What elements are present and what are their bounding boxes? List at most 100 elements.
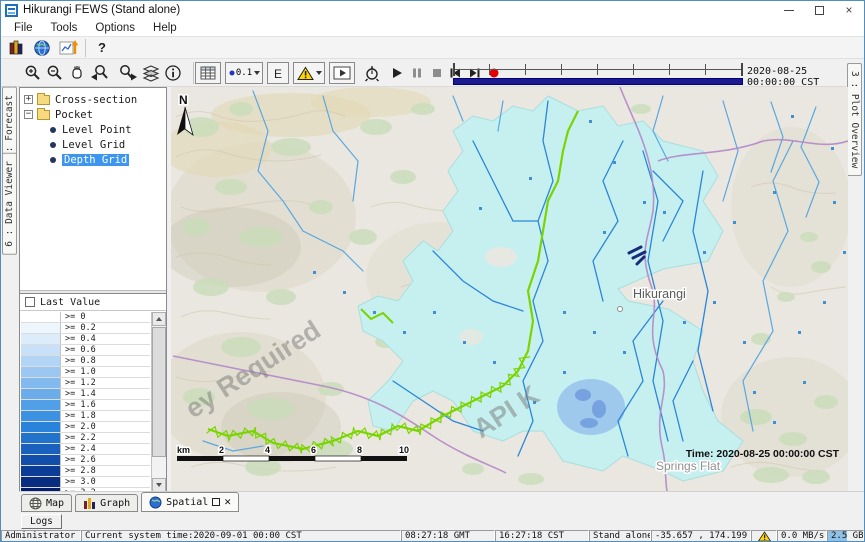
tab-map[interactable]: Map [21,494,72,512]
scroll-down-button[interactable] [152,478,166,492]
legend-row[interactable]: >= 0.4 [21,334,150,345]
legend-scrollbar[interactable] [151,312,166,492]
spatial-display-button[interactable] [33,39,51,57]
status-coordinates: -35.657 , 174.199 [651,530,751,542]
status-system-time: Current system time:2020-09-01 00:00 CST [81,530,401,542]
status-mode: Stand alone [589,530,651,542]
database-button[interactable] [7,39,25,57]
north-arrow: N [177,93,193,135]
legend-row[interactable]: >= 0.6 [21,345,150,356]
close-button[interactable]: × [834,1,864,19]
layer-bullet-icon [50,142,56,148]
menu-options[interactable]: Options [86,22,144,34]
legend-label: >= 0.6 [61,345,96,355]
tab-data-viewer[interactable]: 6 : Data Viewer [2,153,17,255]
folder-icon [37,95,50,105]
last-value-label: Last Value [40,297,100,308]
maximize-button[interactable] [804,1,834,19]
legend-label: >= 1.4 [61,389,96,399]
tab-maximize-icon[interactable] [212,498,220,506]
tree-item-cross-section[interactable]: + Cross-section [20,92,166,107]
status-bar: Administrator Current system time:2020-0… [1,530,864,542]
spatial-globe-icon [149,496,162,509]
legend-row[interactable]: >= 0.2 [21,323,150,334]
tree-item-label: Pocket [55,109,93,121]
skip-to-start-button[interactable] [385,62,401,84]
status-user: Administrator [1,530,81,542]
globe-icon [33,39,51,57]
tree-item-depth-grid[interactable]: Depth Grid [20,152,166,167]
scroll-up-button[interactable] [152,312,166,326]
time-slider[interactable] [453,61,743,85]
svg-text:km: km [177,445,190,455]
map-viewport[interactable]: ey Required API K Hikurangi Springs Flat… [171,87,848,491]
arrow-up-icon [156,317,162,321]
legend-row[interactable]: >= 1.2 [21,378,150,389]
last-value-checkbox[interactable] [25,297,35,307]
legend-row[interactable]: >= 1.6 [21,400,150,411]
legend-swatch [21,367,61,377]
tree-item-label: Level Grid [62,139,125,151]
legend-swatch [21,455,61,465]
map-time-label: Time: 2020-08-25 00:00:00 CST [686,448,840,460]
menu-file[interactable]: File [5,22,42,34]
legend-label: >= 2.0 [61,422,96,432]
tree-item-level-grid[interactable]: Level Grid [20,137,166,152]
tab-spatial[interactable]: Spatial ✕ [141,492,239,512]
arrow-down-icon [156,483,162,487]
collapse-icon[interactable]: − [24,110,33,119]
legend-label: >= 0.8 [61,356,96,366]
menu-help[interactable]: Help [144,22,186,34]
window-title: Hikurangi FEWS (Stand alone) [23,4,180,16]
legend-row[interactable]: >= 2.8 [21,466,150,477]
logs-button[interactable]: Logs [21,514,62,529]
status-memory: 2.5 GB [827,530,864,542]
toolbar-timestamp: 2020-08-25 00:00:00 CST [747,66,847,88]
legend-row[interactable]: >= 1.4 [21,389,150,400]
legend-label: >= 1.6 [61,400,96,410]
scrollbar-thumb[interactable] [152,327,166,457]
record-button[interactable] [425,62,439,84]
menu-tools[interactable]: Tools [42,22,87,34]
slider-start-cap [453,63,455,76]
legend-header: Last Value [20,294,166,311]
layer-bullet-icon [50,157,56,163]
legend-label: >= 0 [61,312,85,322]
help-button[interactable]: ? [92,40,112,55]
tab-plot-overview[interactable]: 3 : Plot Overview [847,63,862,176]
tree-item-pocket[interactable]: − Pocket [20,107,166,122]
legend-row[interactable]: >= 0.8 [21,356,150,367]
legend-row[interactable]: >= 2.6 [21,455,150,466]
tab-graph[interactable]: Graph [75,494,138,512]
status-local-time: 16:27:18 CST [495,530,589,542]
svg-text:6: 6 [311,445,316,455]
skip-to-end-button[interactable] [405,62,421,84]
legend-swatch [21,433,61,443]
legend-label: >= 1.0 [61,367,96,377]
legend-row[interactable]: >= 1.8 [21,411,150,422]
legend-swatch [21,323,61,333]
town-symbol [618,307,623,312]
legend-row[interactable]: >= 2.2 [21,433,150,444]
minimize-button[interactable] [774,1,804,19]
legend-row[interactable]: >= 3.0 [21,477,150,488]
expand-icon[interactable]: + [24,95,33,104]
legend-swatch [21,334,61,344]
legend-row[interactable]: >= 2.4 [21,444,150,455]
bottom-tab-bar: Map Graph Spatial ✕ [19,491,865,512]
legend-row[interactable]: >= 2.0 [21,422,150,433]
legend-row[interactable]: >= 0 [21,312,150,323]
tab-map-label: Map [46,498,64,509]
tab-close-icon[interactable]: ✕ [224,498,231,506]
left-dock-strip: 5 : Forecast 6 : Data Viewer [1,87,19,491]
svg-text:4: 4 [265,445,270,455]
svg-text:2: 2 [219,445,224,455]
status-warning-cell[interactable] [751,530,777,542]
legend-swatch [21,345,61,355]
timeseries-button[interactable] [59,39,79,57]
locality-label: Springs Flat [656,459,721,473]
tree-item-level-point[interactable]: Level Point [20,122,166,137]
legend-row[interactable]: >= 1.0 [21,367,150,378]
maximize-icon [815,6,824,15]
slider-end-cap [741,63,743,76]
